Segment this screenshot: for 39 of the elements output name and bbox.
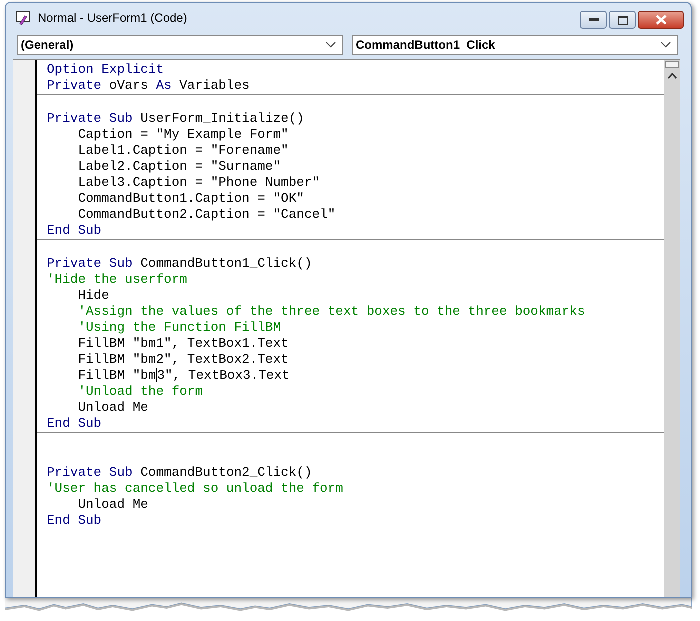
code-line: 'Hide the userform (46, 272, 188, 288)
code-line: End Sub (46, 223, 103, 239)
window-title: Normal - UserForm1 (Code) (38, 11, 188, 25)
code-line: FillBM "bm3", TextBox3.Text (77, 368, 291, 384)
code-line: Unload Me (77, 497, 150, 513)
chevron-down-icon (661, 42, 671, 48)
code-line: Caption = "My Example Form" (77, 127, 290, 143)
code-window-icon (16, 10, 32, 26)
code-line: Option Explicit (46, 62, 166, 78)
chevron-down-icon (326, 42, 336, 48)
code-line: FillBM "bm1", TextBox1.Text (77, 336, 290, 352)
code-line: Private oVars As Variables (46, 78, 251, 94)
code-line: Hide (77, 288, 110, 304)
code-line: FillBM "bm2", TextBox2.Text (77, 352, 290, 368)
code-line: 'User has cancelled so unload the form (46, 481, 344, 497)
vertical-scrollbar[interactable] (664, 60, 680, 597)
minimize-icon (588, 18, 598, 22)
code-line: Private Sub UserForm_Initialize() (46, 111, 306, 127)
code-line: CommandButton2.Caption = "Cancel" (77, 207, 337, 223)
code-line: End Sub (46, 513, 103, 529)
code-line: Label1.Caption = "Forename" (77, 143, 290, 159)
maximize-button[interactable] (609, 11, 636, 29)
scrollbar-thumb[interactable] (665, 61, 679, 68)
close-icon (656, 15, 666, 25)
procedure-dropdown[interactable]: CommandButton1_Click (352, 35, 678, 55)
code-line: End Sub (46, 416, 103, 432)
minimize-button[interactable] (580, 11, 607, 29)
code-line: 'Assign the values of the three text boxes to the three bookmarks (77, 304, 586, 320)
code-line: Private Sub CommandButton2_Click() (46, 465, 314, 481)
object-dropdown[interactable]: (General) (17, 35, 343, 55)
code-line: Private Sub CommandButton1_Click() (46, 256, 314, 272)
code-line: Label3.Caption = "Phone Number" (77, 175, 322, 191)
code-line: Unload Me (77, 400, 150, 416)
code-line: 'Using the Function FillBM (77, 320, 282, 336)
code-line: Label2.Caption = "Surname" (77, 159, 282, 175)
close-button[interactable] (638, 11, 684, 29)
code-line: CommandButton1.Caption = "OK" (77, 191, 306, 207)
maximize-icon (618, 16, 628, 24)
code-line: 'Unload the form (77, 384, 204, 400)
